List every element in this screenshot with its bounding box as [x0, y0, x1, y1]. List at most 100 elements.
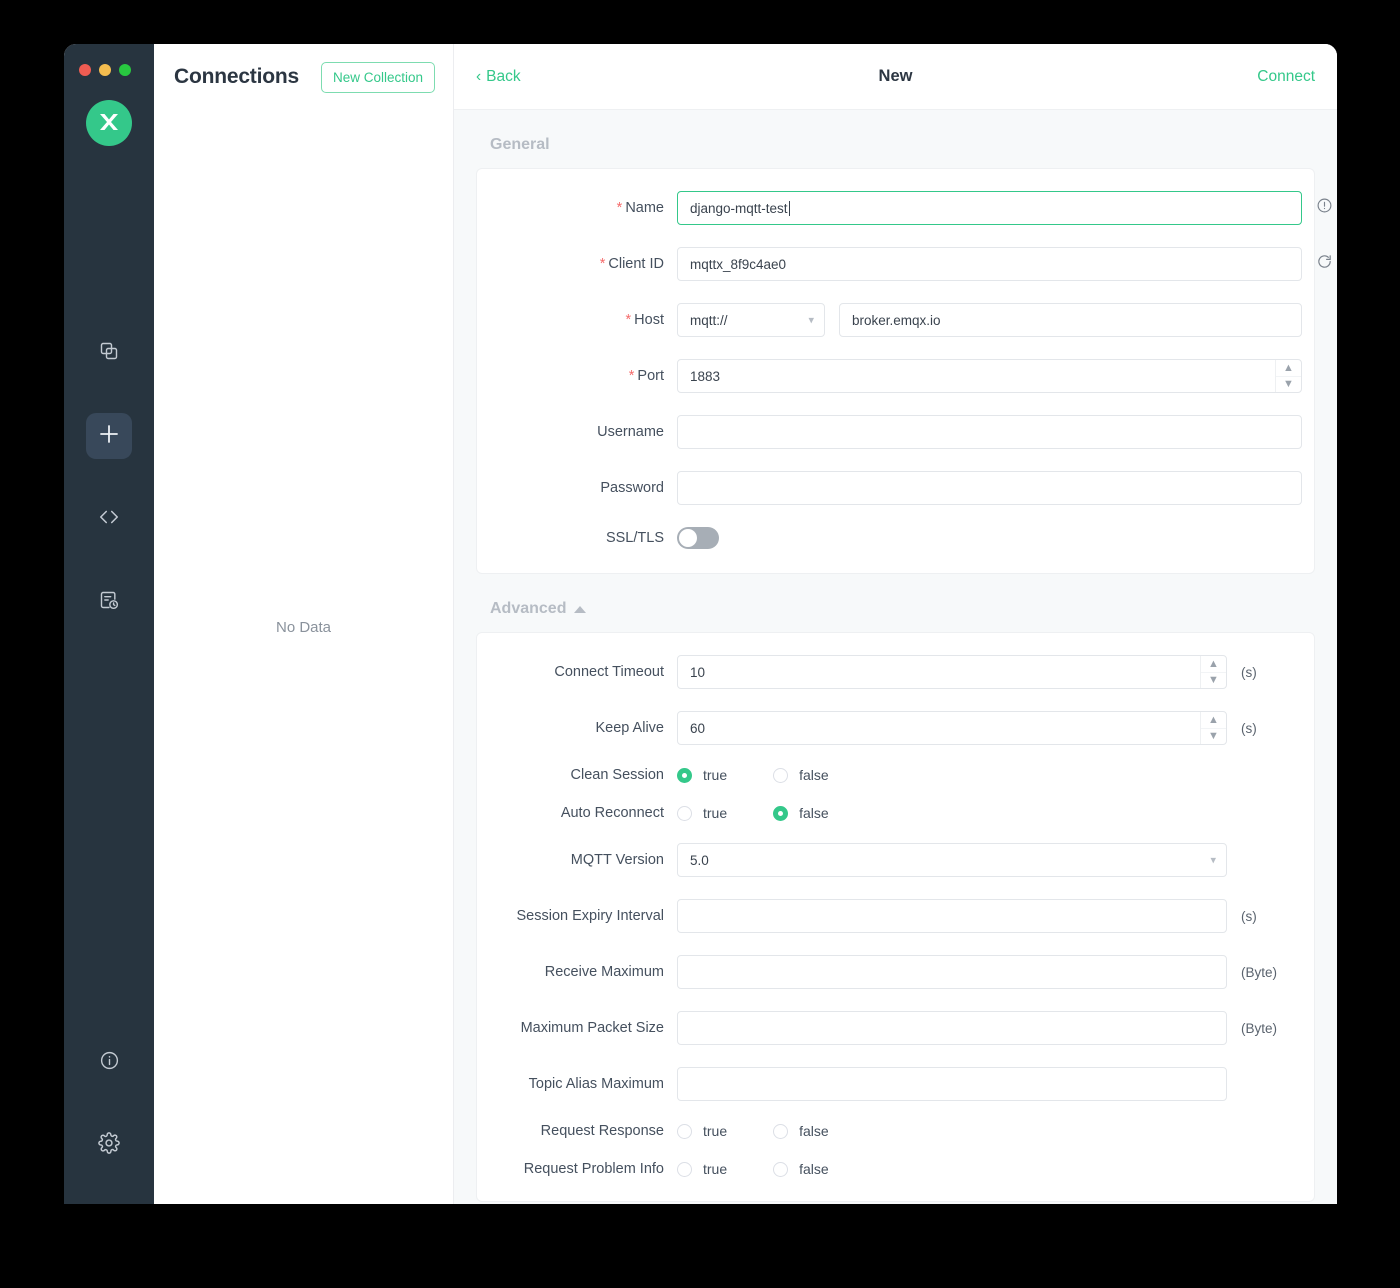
- auto-reconnect-true-radio[interactable]: true: [677, 805, 727, 821]
- keep-alive-unit: (s): [1241, 720, 1257, 736]
- new-collection-button[interactable]: New Collection: [320, 61, 435, 93]
- host-address-input[interactable]: broker.emqx.io: [839, 303, 1302, 337]
- connect-timeout-stepper[interactable]: ▲ ▼: [1200, 656, 1226, 688]
- stepper-up-icon[interactable]: ▲: [1201, 656, 1226, 673]
- sidebar-rail: [64, 44, 154, 1204]
- radio-dot: [773, 1123, 789, 1139]
- request-problem-info-false-radio[interactable]: false: [773, 1161, 829, 1177]
- required-mark: *: [625, 312, 632, 328]
- field-row-ssl-tls: SSL/TLS: [477, 527, 1288, 549]
- field-row-connect-timeout: Connect Timeout 10 ▲ ▼ (s): [477, 655, 1288, 689]
- sidebar-item-logs[interactable]: [86, 579, 132, 625]
- general-section-title: General: [490, 136, 550, 153]
- sidebar-item-about[interactable]: [86, 1040, 132, 1086]
- auto-reconnect-label: Auto Reconnect: [560, 805, 664, 821]
- host-protocol-select[interactable]: mqtt://: [677, 303, 825, 337]
- connect-timeout-unit: (s): [1241, 664, 1257, 680]
- about-info-icon: [99, 1050, 120, 1076]
- client-id-label: * Client ID: [599, 256, 664, 272]
- ssl-tls-toggle[interactable]: [677, 527, 719, 549]
- receive-maximum-input[interactable]: [677, 955, 1227, 989]
- back-button[interactable]: ‹ Back: [476, 68, 521, 86]
- radio-dot: [773, 1161, 789, 1177]
- sidebar-item-scripts[interactable]: [86, 496, 132, 542]
- form-scroll-area[interactable]: General * Name django-mqtt-test * Client…: [454, 110, 1337, 1204]
- mqttx-logo-icon: [86, 100, 132, 146]
- receive-maximum-unit: (Byte): [1241, 964, 1278, 980]
- minimize-window-button[interactable]: [99, 64, 111, 76]
- username-input[interactable]: [677, 415, 1302, 449]
- text-caret: [788, 200, 790, 216]
- session-expiry-interval-input[interactable]: [677, 899, 1227, 933]
- mqtt-version-select[interactable]: 5.0: [677, 843, 1227, 877]
- field-row-port: * Port 1883 ▲ ▼: [477, 359, 1302, 393]
- password-label: Password: [600, 480, 664, 496]
- chevron-left-icon: ‹: [476, 67, 482, 85]
- stepper-down-icon[interactable]: ▼: [1201, 673, 1226, 689]
- stepper-down-icon[interactable]: ▼: [1276, 377, 1301, 393]
- receive-maximum-label: Receive Maximum: [544, 964, 664, 980]
- port-input[interactable]: 1883: [677, 359, 1302, 393]
- new-connection-icon: [97, 422, 121, 451]
- empty-state-text: No Data: [275, 618, 332, 636]
- request-response-true-radio[interactable]: true: [677, 1123, 727, 1139]
- name-label: * Name: [616, 200, 664, 216]
- required-mark: *: [628, 368, 635, 384]
- radio-dot: [773, 767, 789, 783]
- app-window: Connections New Collection No Data ‹ Bac…: [64, 44, 1337, 1204]
- name-input[interactable]: django-mqtt-test: [677, 191, 1302, 225]
- keep-alive-stepper[interactable]: ▲ ▼: [1200, 712, 1226, 744]
- info-circle-icon[interactable]: [1316, 197, 1333, 219]
- field-row-mqtt-version: MQTT Version 5.0 ▾: [477, 843, 1288, 877]
- password-input[interactable]: [677, 471, 1302, 505]
- sidebar-item-new-connection[interactable]: [86, 413, 132, 459]
- close-window-button[interactable]: [79, 64, 91, 76]
- sidebar-bottom-group: [86, 1040, 132, 1204]
- mqtt-version-label: MQTT Version: [570, 852, 664, 868]
- ssl-tls-label: SSL/TLS: [605, 530, 664, 546]
- connect-button[interactable]: Connect: [1257, 68, 1315, 86]
- field-row-keep-alive: Keep Alive 60 ▲ ▼ (s): [477, 711, 1288, 745]
- required-mark: *: [599, 256, 606, 272]
- connections-list: No Data: [154, 110, 453, 1204]
- stepper-up-icon[interactable]: ▲: [1201, 712, 1226, 729]
- maximum-packet-size-label: Maximum Packet Size: [520, 1020, 664, 1036]
- header-title: New: [878, 67, 913, 85]
- port-label: * Port: [628, 368, 664, 384]
- connect-timeout-input[interactable]: 10: [677, 655, 1227, 689]
- radio-dot: [677, 805, 692, 821]
- client-id-input[interactable]: mqttx_8f9c4ae0: [677, 247, 1302, 281]
- maximum-packet-size-unit: (Byte): [1241, 1020, 1278, 1036]
- auto-reconnect-false-radio[interactable]: false: [773, 805, 829, 821]
- username-label: Username: [597, 424, 664, 440]
- sidebar-item-settings[interactable]: [86, 1122, 132, 1168]
- settings-gear-icon: [98, 1131, 120, 1159]
- stepper-down-icon[interactable]: ▼: [1201, 729, 1226, 745]
- refresh-icon[interactable]: [1316, 253, 1333, 275]
- collapse-up-icon[interactable]: [574, 605, 587, 613]
- field-row-maximum-packet-size: Maximum Packet Size (Byte): [477, 1011, 1288, 1045]
- sidebar-item-connections[interactable]: [86, 330, 132, 376]
- port-stepper[interactable]: ▲ ▼: [1275, 360, 1301, 392]
- field-row-receive-maximum: Receive Maximum (Byte): [477, 955, 1288, 989]
- field-row-name: * Name django-mqtt-test: [477, 191, 1332, 225]
- toggle-knob: [679, 529, 697, 547]
- script-code-icon: [98, 506, 120, 533]
- field-row-username: Username: [477, 415, 1302, 449]
- session-expiry-interval-unit: (s): [1241, 908, 1257, 924]
- log-history-icon: [99, 590, 119, 615]
- request-response-false-radio[interactable]: false: [773, 1123, 829, 1139]
- main-header: ‹ Back New Connect: [454, 44, 1337, 110]
- advanced-section-title[interactable]: Advanced: [490, 600, 1315, 618]
- maximize-window-button[interactable]: [119, 64, 131, 76]
- stepper-up-icon[interactable]: ▲: [1276, 360, 1301, 377]
- field-row-clean-session: Clean Session true false: [477, 767, 1288, 783]
- field-row-topic-alias-maximum: Topic Alias Maximum: [477, 1067, 1288, 1101]
- keep-alive-input[interactable]: 60: [677, 711, 1227, 745]
- topic-alias-maximum-input[interactable]: [677, 1067, 1227, 1101]
- general-card: * Name django-mqtt-test * Client ID mqtt…: [476, 168, 1332, 574]
- clean-session-false-radio[interactable]: false: [773, 767, 829, 783]
- maximum-packet-size-input[interactable]: [677, 1011, 1227, 1045]
- request-problem-info-true-radio[interactable]: true: [677, 1161, 727, 1177]
- clean-session-true-radio[interactable]: true: [677, 767, 727, 783]
